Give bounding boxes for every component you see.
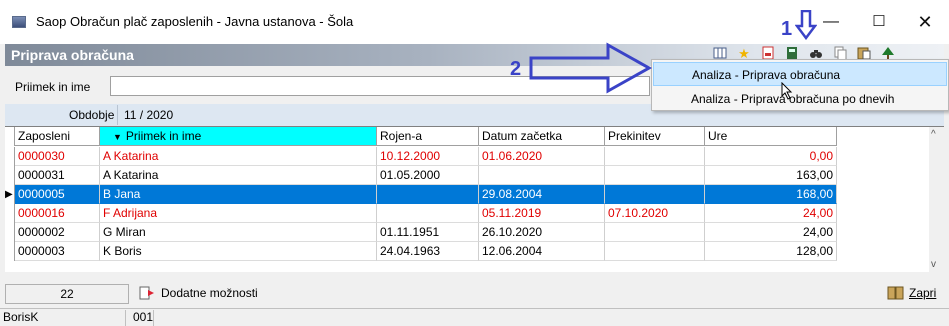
cell-employee: 0000030 [15,147,100,166]
cell-start-date: 05.11.2019 [479,204,605,223]
more-options-button[interactable]: Dodatne možnosti [139,286,258,303]
scroll-up-icon[interactable]: ^ [931,129,936,140]
row-indicator [5,204,15,223]
cell-employee: 0000031 [15,166,100,185]
cell-born: 24.04.1963 [377,242,479,261]
cell-start-date: 12.06.2004 [479,242,605,261]
row-indicator [5,242,15,261]
row-indicator-header [5,127,15,146]
scroll-down-icon[interactable]: v [931,259,936,270]
menu-item-analysis-preparation-by-days[interactable]: Analiza - Priprava obračuna po dnevih [653,87,947,111]
book-close-icon [887,286,905,303]
cell-born [377,204,479,223]
cell-interruption [605,185,705,204]
row-indicator [5,147,15,166]
row-indicator [5,223,15,242]
cell-interruption: 07.10.2020 [605,204,705,223]
more-options-icon [139,286,155,303]
column-header-born[interactable]: Rojen-a [377,127,479,146]
cell-employee: 0000002 [15,223,100,242]
column-header-name[interactable]: ▼ Priimek in ime [100,127,377,146]
filter-label: Priimek in ime [15,80,91,94]
close-button[interactable]: Zapri [887,286,936,303]
window-title: Saop Obračun plač zaposlenih - Javna ust… [36,14,354,29]
column-header-employee[interactable]: Zaposleni [15,127,100,146]
cell-hours: 24,00 [705,204,837,223]
table-row[interactable]: 0000003 K Boris 24.04.1963 12.06.2004 12… [5,242,837,261]
right-arrow-annotation-icon [529,42,653,94]
cell-born: 01.11.1951 [377,223,479,242]
cell-name: F Adrijana [100,204,377,223]
table-row[interactable]: 0000002 G Miran 01.11.1951 26.10.2020 24… [5,223,837,242]
column-header-start-date[interactable]: Datum začetka [479,127,605,146]
cell-hours: 128,00 [705,242,837,261]
cell-start-date [479,166,605,185]
sort-desc-icon: ▼ [113,132,122,142]
cell-name: A Katarina [100,166,377,185]
more-options-label: Dodatne možnosti [161,286,258,300]
close-window-button[interactable]: ✕ [902,6,948,38]
cell-hours: 163,00 [705,166,837,185]
cell-employee: 0000003 [15,242,100,261]
close-label: Zapri [909,286,937,300]
vertical-scrollbar[interactable]: ^ v [929,127,944,272]
annotation-number-two: 2 [510,58,522,80]
cell-name: G Miran [100,223,377,242]
cell-born: 10.12.2000 [377,147,479,166]
table-row-selected[interactable]: ▶ 0000005 B Jana 29.08.2004 168,00 [5,185,837,204]
current-row-arrow-icon: ▶ [5,185,15,204]
cell-hours: 0,00 [705,147,837,166]
cell-interruption [605,166,705,185]
period-value[interactable]: 11 / 2020 [117,105,179,125]
analysis-popup-menu: Analiza - Priprava obračuna Analiza - Pr… [651,59,949,111]
panel-title: Priprava obračuna [11,47,134,63]
cell-interruption [605,242,705,261]
grid-header: Zaposleni ▼ Priimek in ime Rojen-a Datum … [5,127,837,146]
cell-born [377,185,479,204]
column-header-hours[interactable]: Ure [705,127,837,146]
status-user: BorisK [0,310,126,326]
record-count: 22 [5,284,129,304]
cell-name: B Jana [100,185,377,204]
cell-name: A Katarina [100,147,377,166]
cell-start-date: 01.06.2020 [479,147,605,166]
cell-hours: 168,00 [705,185,837,204]
cell-interruption [605,147,705,166]
status-code: 001 [130,310,154,326]
cell-hours: 24,00 [705,223,837,242]
mouse-cursor-icon [781,81,793,103]
row-indicator [5,166,15,185]
cell-name: K Boris [100,242,377,261]
table-row[interactable]: 0000016 F Adrijana 05.11.2019 07.10.2020… [5,204,837,223]
cell-employee: 0000005 [15,185,100,204]
employee-grid: Zaposleni ▼ Priimek in ime Rojen-a Datum … [5,126,944,272]
cell-employee: 0000016 [15,204,100,223]
table-row[interactable]: 0000031 A Katarina 01.05.2000 163,00 [5,166,837,185]
cell-start-date: 26.10.2020 [479,223,605,242]
app-icon [12,16,26,28]
maximize-button[interactable]: ☐ [856,6,902,38]
status-bar: BorisK 001 [0,308,949,326]
menu-item-analysis-preparation[interactable]: Analiza - Priprava obračuna [653,62,947,86]
down-arrow-annotation-icon [795,10,817,40]
column-header-interruption[interactable]: Prekinitev [605,127,705,146]
column-header-name-label: Priimek in ime [125,129,202,143]
cell-born: 01.05.2000 [377,166,479,185]
period-label: Obdobje [69,108,115,122]
bottom-bar: 22 Dodatne možnosti Zapri [5,284,944,306]
annotation-number-one: 1 [781,18,793,40]
table-row[interactable]: 0000030 A Katarina 10.12.2000 01.06.2020… [5,147,837,166]
cell-start-date: 29.08.2004 [479,185,605,204]
cell-interruption [605,223,705,242]
